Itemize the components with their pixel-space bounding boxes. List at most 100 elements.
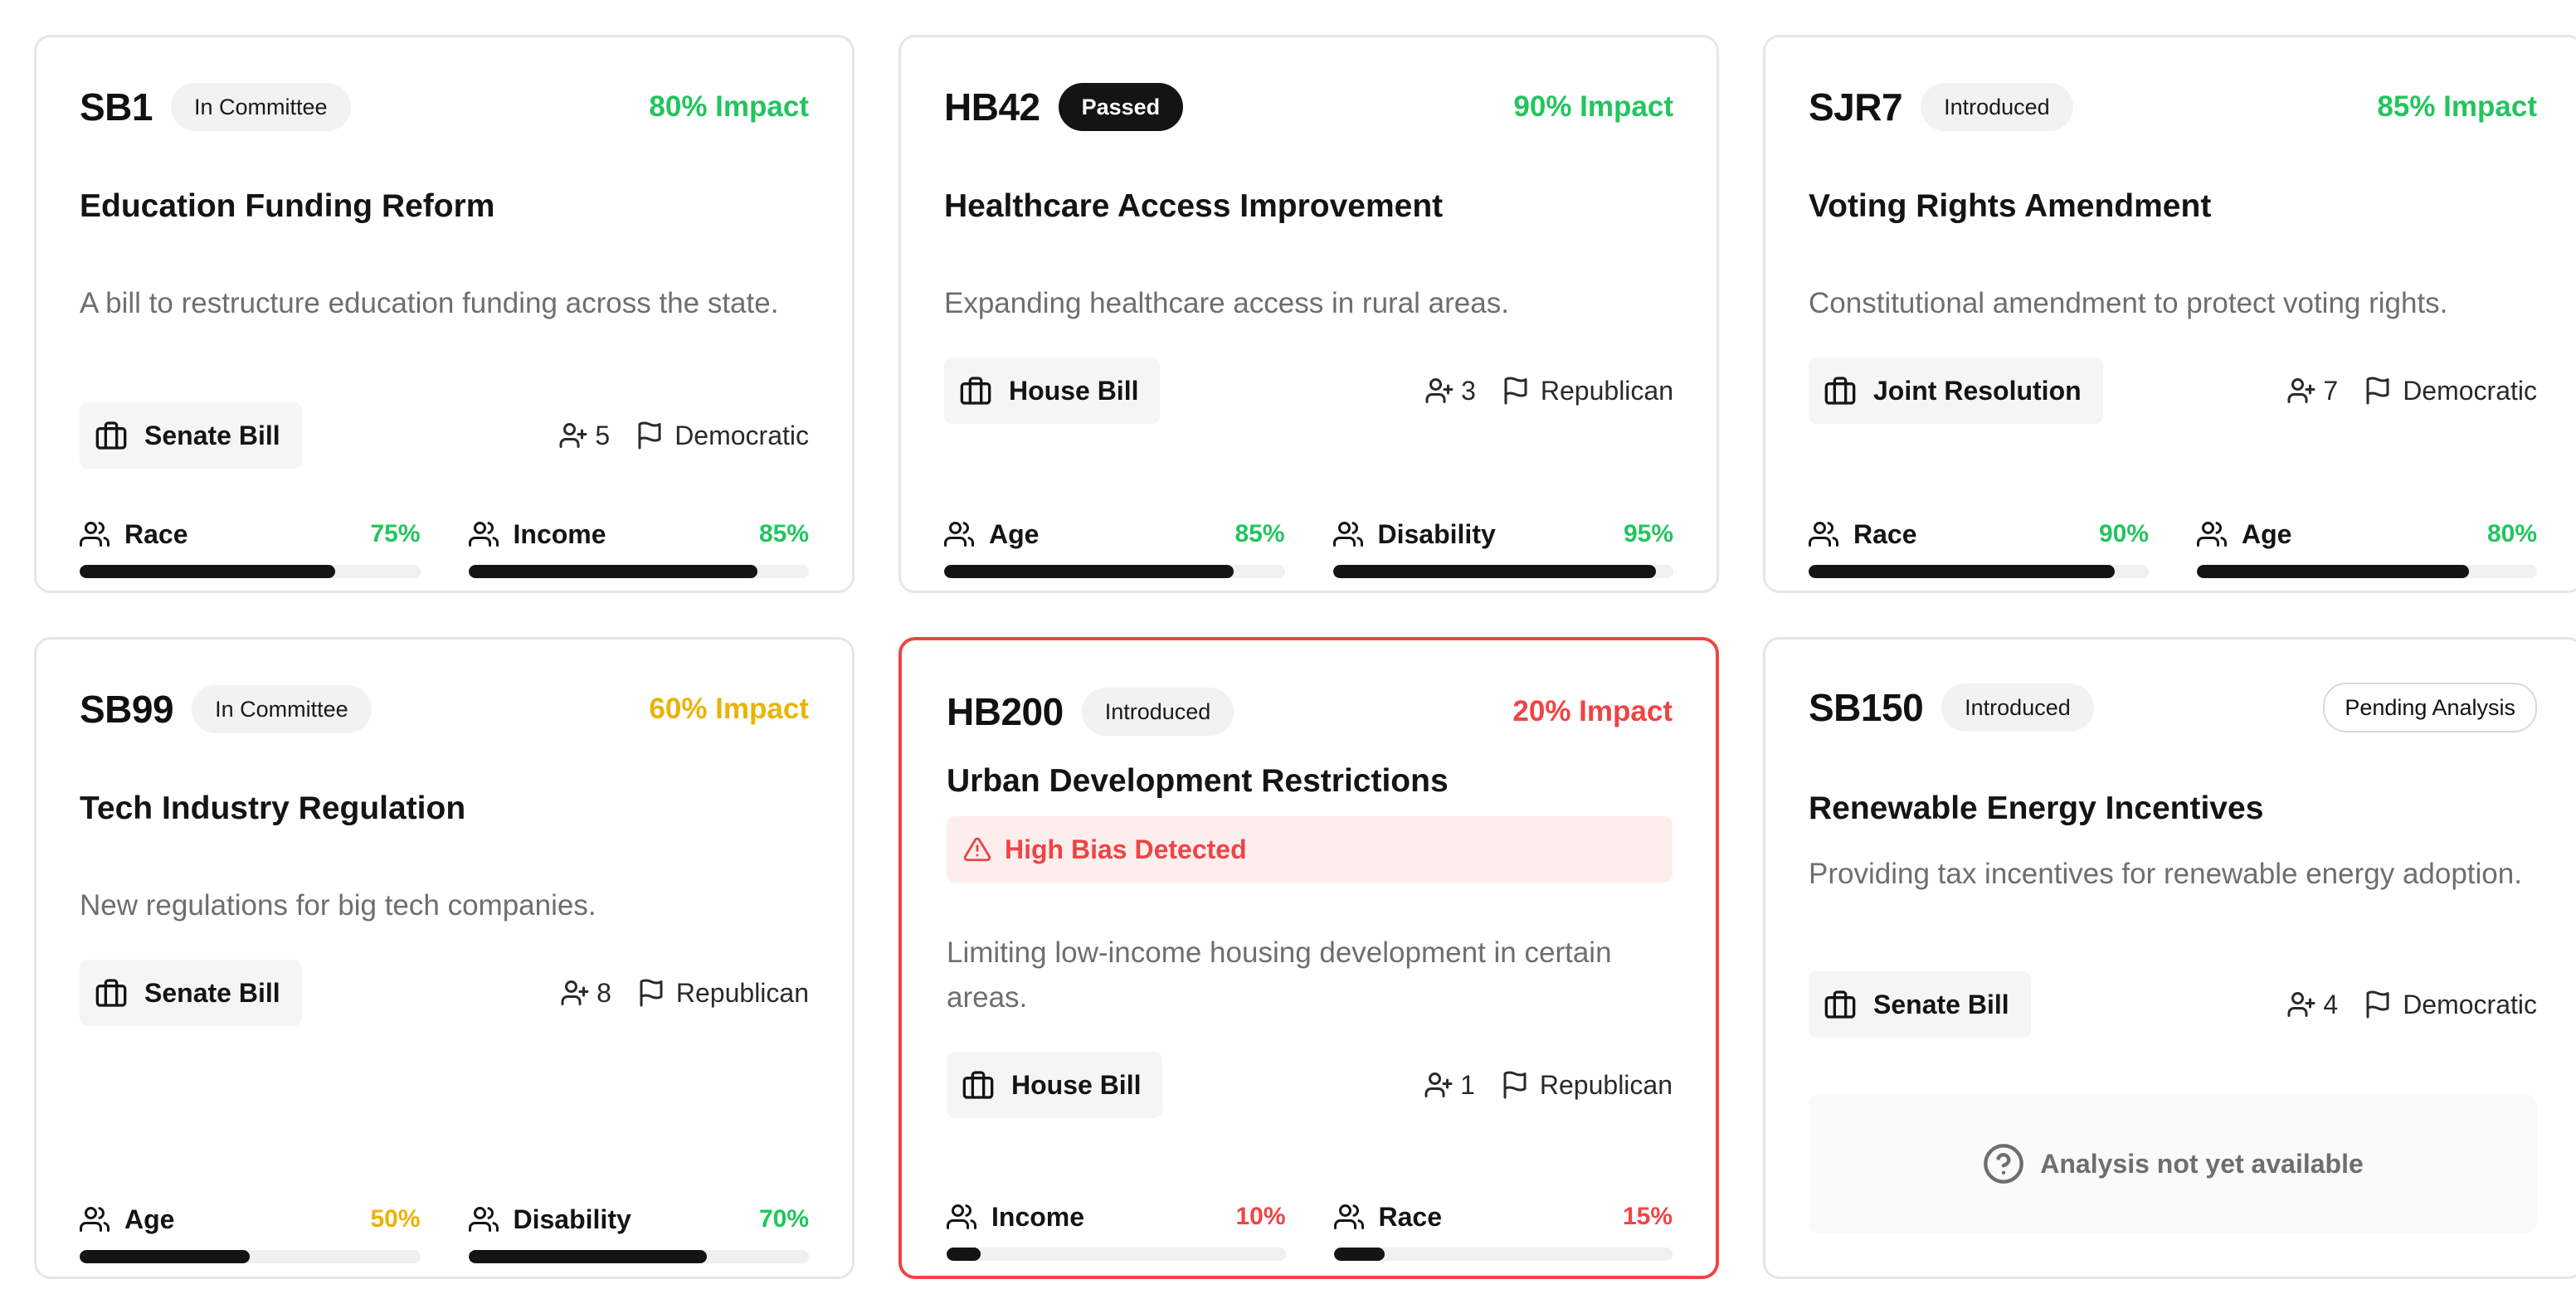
bill-description: Constitutional amendment to protect voti…: [1809, 287, 2448, 319]
card-header: HB200 Introduced 20% Impact: [947, 687, 1673, 737]
bill-code: SB99: [80, 688, 174, 731]
flag-icon: [1504, 377, 1527, 405]
analysis-unavailable-panel: Analysis not yet available: [1809, 1094, 2537, 1233]
bill-type-chip: House Bill: [947, 1052, 1163, 1118]
metric-percent: 85%: [758, 520, 809, 547]
users-icon: [80, 1207, 110, 1232]
users-icon: [1332, 522, 1363, 547]
metric-label: Income: [513, 518, 606, 549]
bill-meta: Senate Bill 4 Democratic: [1809, 971, 2537, 1038]
metric-age: Age 50%: [80, 1200, 421, 1263]
sponsor-count-value: 8: [597, 977, 611, 1008]
bill-card-sb150[interactable]: SB150 Introduced Pending Analysis Renewa…: [1763, 637, 2576, 1279]
status-badge: Introduced: [1081, 688, 1234, 736]
status-badge: In Committee: [192, 685, 372, 733]
metric-age: Age 85%: [944, 515, 1285, 578]
bill-description: Expanding healthcare access in rural are…: [944, 287, 1509, 319]
impact-score: 60% Impact: [649, 693, 809, 725]
metric-label: Disability: [513, 1204, 631, 1234]
bill-card-hb42[interactable]: HB42 Passed 90% Impact Healthcare Access…: [898, 35, 1719, 593]
bill-type-label: House Bill: [1011, 1069, 1142, 1100]
bill-code: SB1: [80, 85, 153, 129]
card-header: SB1 In Committee 80% Impact: [80, 82, 809, 132]
bill-card-hb200[interactable]: HB200 Introduced 20% Impact Urban Develo…: [898, 637, 1719, 1279]
party-value: Republican: [675, 977, 809, 1008]
impact-metrics: Age 50% Disability 70%: [80, 1200, 809, 1263]
impact-score: 80% Impact: [649, 90, 809, 123]
bill-code: HB42: [944, 85, 1040, 129]
metric-income: Income 85%: [468, 515, 809, 578]
user-plus-icon: [1424, 1073, 1453, 1097]
bill-card-sb1[interactable]: SB1 In Committee 80% Impact Education Fu…: [34, 35, 855, 593]
metric-bar: [1332, 565, 1673, 578]
party-label: Republican: [636, 978, 809, 1009]
bill-type-label: Senate Bill: [144, 420, 280, 450]
metric-disability: Disability 70%: [468, 1200, 809, 1263]
bill-description: Limiting low-income housing development …: [947, 936, 1612, 1014]
flag-icon: [640, 979, 663, 1007]
help-circle-icon: [1984, 1144, 2024, 1184]
users-icon: [468, 1207, 499, 1232]
sponsor-count-value: 3: [1461, 375, 1476, 406]
bill-card-sjr7[interactable]: SJR7 Introduced 85% Impact Voting Rights…: [1763, 35, 2576, 593]
metric-disability: Disability 95%: [1332, 515, 1673, 578]
bill-code: HB200: [947, 690, 1064, 733]
impact-metrics: Race 75% Income 85%: [80, 515, 809, 578]
metric-percent: 50%: [370, 1205, 421, 1233]
party-label: Democratic: [2363, 376, 2537, 406]
party-value: Democratic: [2403, 989, 2537, 1019]
users-icon: [1333, 1204, 1364, 1229]
metric-bar: [80, 565, 421, 578]
party-value: Republican: [1539, 1069, 1673, 1100]
users-icon: [944, 522, 974, 547]
flag-icon: [1503, 1071, 1527, 1099]
bill-description: New regulations for big tech companies.: [80, 889, 597, 922]
metric-percent: 95%: [1623, 520, 1673, 547]
metric-label: Race: [124, 518, 188, 549]
metric-bar-fill: [1333, 1248, 1385, 1261]
bias-alert: High Bias Detected: [947, 816, 1673, 883]
card-header: SJR7 Introduced 85% Impact: [1809, 82, 2537, 132]
metric-label: Age: [989, 518, 1040, 549]
bill-title: Voting Rights Amendment: [1809, 188, 2212, 224]
bill-type-chip: Joint Resolution: [1809, 358, 2103, 424]
metric-percent: 90%: [2098, 520, 2149, 547]
metric-label: Disability: [1377, 518, 1496, 549]
bill-card-sb99[interactable]: SB99 In Committee 60% Impact Tech Indust…: [34, 637, 855, 1279]
impact-score: 85% Impact: [2377, 90, 2537, 123]
metric-bar-fill: [80, 565, 335, 578]
metric-income: Income 10%: [947, 1198, 1286, 1261]
bill-code: SB150: [1809, 686, 1924, 729]
flag-icon: [638, 421, 661, 450]
bill-meta: Joint Resolution 7 Democratic: [1809, 358, 2537, 424]
briefcase-icon: [1824, 990, 1856, 1019]
sponsor-count: 7: [2286, 376, 2338, 406]
bill-meta: Senate Bill 8 Republican: [80, 960, 809, 1026]
party-value: Democratic: [674, 420, 809, 450]
metric-bar: [1333, 1248, 1673, 1261]
metric-bar: [947, 1248, 1286, 1261]
party-label: Democratic: [2363, 990, 2537, 1020]
user-plus-icon: [561, 980, 589, 1005]
sponsor-count-value: 7: [2323, 375, 2339, 406]
metric-label: Race: [1378, 1201, 1443, 1232]
metric-percent: 15%: [1622, 1203, 1673, 1230]
briefcase-icon: [962, 1071, 994, 1099]
bill-meta: House Bill 1 Republican: [947, 1052, 1673, 1118]
metric-bar: [468, 565, 809, 578]
status-badge: Passed: [1058, 83, 1184, 131]
party-value: Republican: [1540, 375, 1673, 406]
bill-title: Education Funding Reform: [80, 188, 495, 224]
user-plus-icon: [2287, 992, 2315, 1017]
bill-type-label: Senate Bill: [1873, 989, 2009, 1019]
alert-triangle-icon: [963, 837, 991, 862]
sponsor-count: 1: [1424, 1070, 1475, 1101]
metric-age: Age 80%: [2197, 515, 2537, 578]
party-value: Democratic: [2403, 375, 2537, 406]
bill-type-label: Senate Bill: [144, 977, 280, 1008]
sponsor-count-value: 1: [1460, 1069, 1475, 1100]
user-plus-icon: [559, 423, 587, 448]
status-badge: Introduced: [1941, 683, 2094, 732]
sponsor-count: 5: [558, 421, 610, 451]
party-label: Republican: [1501, 376, 1673, 406]
